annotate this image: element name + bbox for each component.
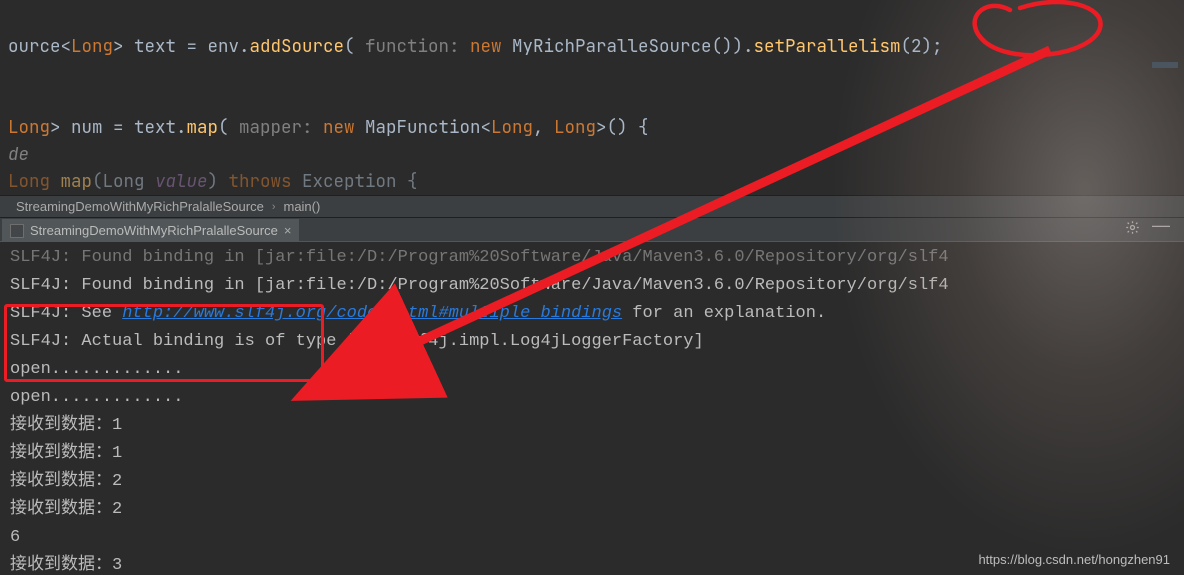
breadcrumb-item[interactable]: main() xyxy=(283,199,320,214)
run-config-icon xyxy=(10,224,24,238)
code-token: addSource xyxy=(250,35,345,58)
breadcrumb-item[interactable]: StreamingDemoWithMyRichPralalleSource xyxy=(16,199,264,214)
inlay-hint: function: xyxy=(365,35,460,58)
console-line: SLF4J: See http://www.slf4j.org/codes.ht… xyxy=(10,300,1174,328)
code-token: > num = text. xyxy=(50,116,187,139)
console-line: open............. xyxy=(10,384,1174,412)
breadcrumb[interactable]: StreamingDemoWithMyRichPralalleSource › … xyxy=(0,195,1184,218)
code-token xyxy=(355,116,366,139)
code-token: MyRichParalleSource xyxy=(512,35,712,58)
code-token xyxy=(313,116,324,139)
code-token: Long xyxy=(71,35,113,58)
chevron-right-icon: › xyxy=(272,201,276,213)
console-line: SLF4J: Found binding in [jar:file:/D:/Pr… xyxy=(10,244,1174,272)
code-token: <Long, Long> xyxy=(481,116,607,139)
console-line: SLF4J: Actual binding is of type [org.sl… xyxy=(10,328,1174,356)
code-token: (2); xyxy=(901,35,943,58)
console-line: 6 xyxy=(10,524,1174,552)
minimize-icon[interactable]: — xyxy=(1152,220,1170,240)
close-tab-icon[interactable]: × xyxy=(284,223,292,238)
code-token: MapFunction xyxy=(365,116,481,139)
code-token: Long xyxy=(8,116,50,139)
code-token: () { xyxy=(607,116,649,139)
console-line: 接收到数据：1 xyxy=(10,440,1174,468)
console-line: open............. xyxy=(10,356,1174,384)
code-token xyxy=(502,35,513,58)
code-token: ()). xyxy=(712,35,754,58)
inlay-hint: mapper: xyxy=(239,116,313,139)
console-line: 接收到数据：2 xyxy=(10,496,1174,524)
run-tab-label: StreamingDemoWithMyRichPralalleSource xyxy=(30,223,278,238)
gear-icon[interactable] xyxy=(1125,220,1140,240)
watermark: https://blog.csdn.net/hongzhen91 xyxy=(978,552,1170,567)
code-token: de xyxy=(8,143,29,166)
run-tool-tabs: StreamingDemoWithMyRichPralalleSource × … xyxy=(0,218,1184,242)
code-token: ( xyxy=(218,116,239,139)
console-output[interactable]: SLF4J: Found binding in [jar:file:/D:/Pr… xyxy=(0,242,1184,575)
code-token: new xyxy=(470,35,502,58)
code-token: setParallelism xyxy=(754,35,901,58)
console-line: SLF4J: Found binding in [jar:file:/D:/Pr… xyxy=(10,272,1174,300)
run-tab[interactable]: StreamingDemoWithMyRichPralalleSource × xyxy=(2,219,299,241)
code-token xyxy=(460,35,471,58)
code-token: Long map(Long value) throws Exception { xyxy=(8,170,418,193)
console-link[interactable]: http://www.slf4j.org/codes.html#multiple… xyxy=(122,304,622,323)
code-token: > text = env. xyxy=(113,35,250,58)
code-token: ource< xyxy=(8,35,71,58)
code-editor[interactable]: ource<Long> text = env.addSource( functi… xyxy=(0,0,1184,195)
code-token: new xyxy=(323,116,355,139)
console-line: 接收到数据：1 xyxy=(10,412,1174,440)
code-token: ( xyxy=(344,35,365,58)
code-token: map xyxy=(187,116,219,139)
minimap-hint xyxy=(1152,62,1178,68)
console-line: 接收到数据：2 xyxy=(10,468,1174,496)
